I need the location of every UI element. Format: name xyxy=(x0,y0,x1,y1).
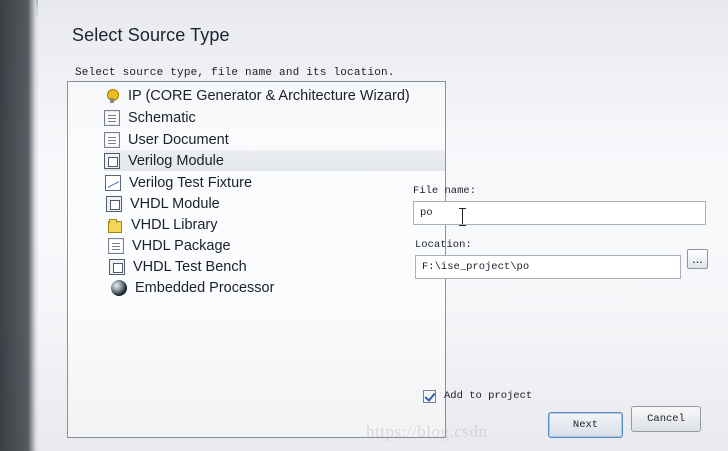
location-label: Location: xyxy=(415,239,472,251)
source-type-label: User Document xyxy=(128,131,229,148)
cancel-button[interactable]: Cancel xyxy=(631,406,701,432)
screen-photo: Select Source Type Select source type, f… xyxy=(0,0,728,451)
source-type-verilog-test-fixture[interactable]: Verilog Test Fixture xyxy=(105,172,435,193)
source-type-verilog-module[interactable]: Verilog Module xyxy=(104,150,445,171)
vhdl-module-icon xyxy=(106,195,122,212)
source-type-label: Verilog Module xyxy=(128,152,224,169)
source-type-list[interactable]: IP (CORE Generator & Architecture Wizard… xyxy=(67,81,446,438)
source-type-label: VHDL Package xyxy=(132,237,231,254)
test-fixture-icon xyxy=(105,174,121,191)
source-type-vhdl-package[interactable]: VHDL Package xyxy=(108,235,438,256)
add-to-project-label: Add to project xyxy=(444,390,533,402)
source-type-label: Verilog Test Fixture xyxy=(129,174,253,191)
instruction-text: Select source type, file name and its lo… xyxy=(75,67,395,79)
add-to-project-option[interactable]: Add to project xyxy=(423,388,532,404)
source-type-label: VHDL Test Bench xyxy=(133,258,247,275)
source-type-vhdl-test-bench[interactable]: VHDL Test Bench xyxy=(109,256,439,277)
watermark-text: https://blog.csdn xyxy=(366,422,488,441)
schematic-icon xyxy=(104,109,120,126)
library-icon xyxy=(107,217,123,233)
test-bench-icon xyxy=(109,258,125,275)
source-type-user-document[interactable]: User Document xyxy=(104,129,434,150)
page-title: Select Source Type xyxy=(72,25,230,45)
next-button[interactable]: Next xyxy=(548,412,623,438)
verilog-module-icon xyxy=(104,152,120,169)
source-type-label: VHDL Library xyxy=(131,216,218,233)
source-type-ip[interactable]: IP (CORE Generator & Architecture Wizard… xyxy=(104,85,434,106)
source-type-label: VHDL Module xyxy=(130,195,220,212)
browse-button[interactable]: ... xyxy=(687,249,708,269)
source-type-embedded-processor[interactable]: Embedded Processor xyxy=(111,277,441,298)
select-source-type-dialog: Select Source Type Select source type, f… xyxy=(38,0,728,451)
source-type-label: Schematic xyxy=(128,109,196,126)
location-input[interactable]: F:\ise_project\po xyxy=(415,255,681,279)
file-name-label: File name: xyxy=(413,185,477,197)
source-type-label: Embedded Processor xyxy=(135,279,275,296)
document-icon xyxy=(104,131,120,148)
package-icon xyxy=(108,237,124,254)
add-to-project-checkbox[interactable] xyxy=(423,389,436,403)
processor-icon xyxy=(111,279,127,296)
bulb-icon xyxy=(104,88,120,104)
source-type-schematic[interactable]: Schematic xyxy=(104,107,434,128)
source-type-vhdl-library[interactable]: VHDL Library xyxy=(107,214,437,235)
source-type-label: IP (CORE Generator & Architecture Wizard… xyxy=(128,87,410,104)
source-type-vhdl-module[interactable]: VHDL Module xyxy=(106,193,436,214)
text-cursor-icon xyxy=(458,207,468,226)
file-name-input[interactable]: po xyxy=(413,201,706,225)
